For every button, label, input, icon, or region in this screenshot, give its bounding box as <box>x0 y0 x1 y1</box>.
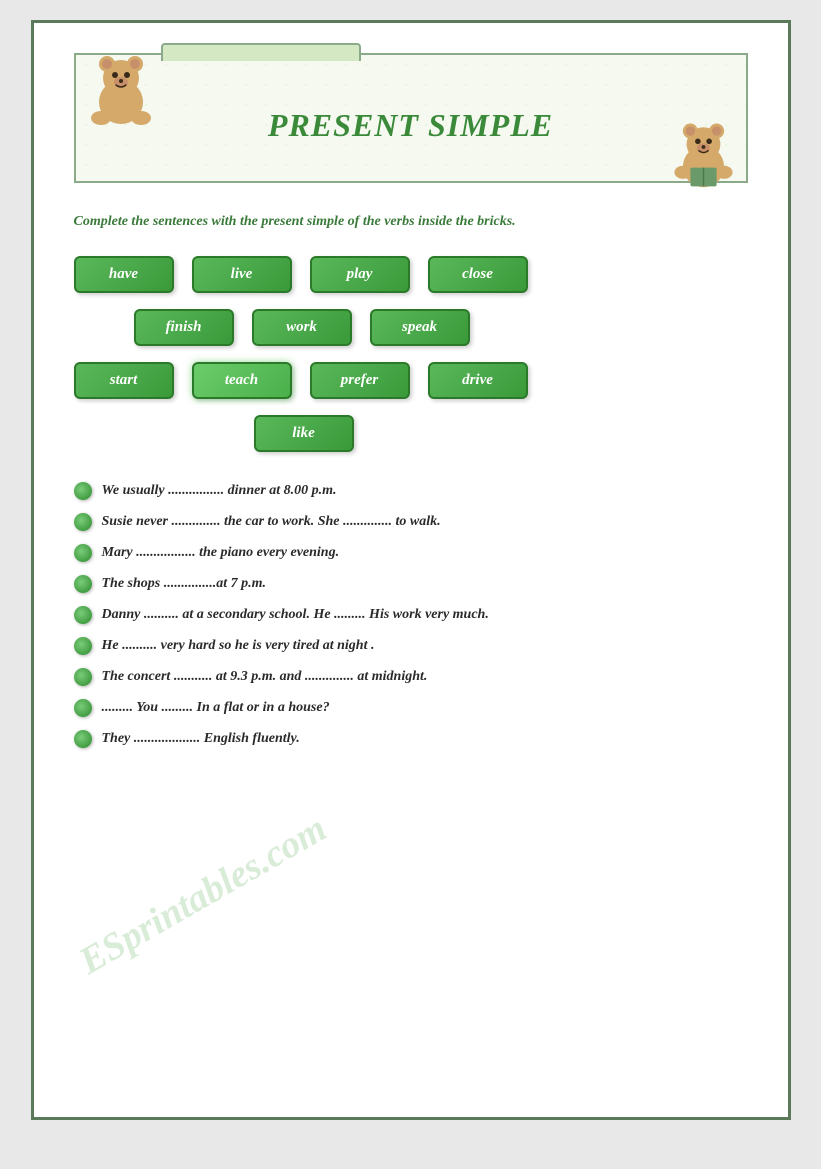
verb-brick-like: like <box>254 415 354 452</box>
instructions-text: Complete the sentences with the present … <box>74 211 748 232</box>
verb-row-4: like <box>74 415 748 452</box>
bullet-icon-4 <box>74 575 92 593</box>
bullet-icon-5 <box>74 606 92 624</box>
bullet-icon-8 <box>74 699 92 717</box>
sentence-text-7: The concert ........... at 9.3 p.m. and … <box>102 666 748 687</box>
sentence-item-5: Danny .......... at a secondary school. … <box>74 604 748 625</box>
sentence-text-9: They ................... English fluentl… <box>102 728 748 749</box>
sentence-text-1: We usually ................ dinner at 8.… <box>102 480 748 501</box>
sentence-text-8: ......... You ......... In a flat or in … <box>102 697 748 718</box>
sentences-section: We usually ................ dinner at 8.… <box>74 480 748 749</box>
verb-row-1: have live play close <box>74 256 748 293</box>
verb-brick-work: work <box>252 309 352 346</box>
sentence-item-6: He .......... very hard so he is very ti… <box>74 635 748 656</box>
sentence-item-9: They ................... English fluentl… <box>74 728 748 749</box>
bullet-icon-1 <box>74 482 92 500</box>
watermark-text: ESprintables.com <box>71 807 333 984</box>
bear-left-icon <box>81 50 161 130</box>
verb-row-3: start teach prefer drive <box>74 362 748 399</box>
verb-brick-have: have <box>74 256 174 293</box>
verb-brick-prefer: prefer <box>310 362 410 399</box>
sentence-item-1: We usually ................ dinner at 8.… <box>74 480 748 501</box>
sentence-item-4: The shops ...............at 7 p.m. <box>74 573 748 594</box>
verb-brick-play: play <box>310 256 410 293</box>
bullet-icon-2 <box>74 513 92 531</box>
bullet-icon-3 <box>74 544 92 562</box>
sentence-item-2: Susie never .............. the car to wo… <box>74 511 748 532</box>
page-title: PRESENT SIMPLE <box>268 107 553 144</box>
verbs-section: have live play close finish work speak s… <box>74 256 748 452</box>
verb-brick-speak: speak <box>370 309 470 346</box>
verb-brick-teach: teach <box>192 362 292 399</box>
verb-brick-start: start <box>74 362 174 399</box>
verb-row-2: finish work speak <box>74 309 748 346</box>
worksheet-page: PRESENT SIMPLE <box>31 20 791 1120</box>
sentence-text-4: The shops ...............at 7 p.m. <box>102 573 748 594</box>
header-banner: PRESENT SIMPLE <box>74 53 748 183</box>
sentence-text-5: Danny .......... at a secondary school. … <box>102 604 748 625</box>
verb-brick-live: live <box>192 256 292 293</box>
bullet-icon-9 <box>74 730 92 748</box>
verb-brick-close: close <box>428 256 528 293</box>
sentence-item-8: ......... You ......... In a flat or in … <box>74 697 748 718</box>
bullet-icon-6 <box>74 637 92 655</box>
sentence-text-6: He .......... very hard so he is very ti… <box>102 635 748 656</box>
header-tab <box>161 43 361 61</box>
verb-brick-finish: finish <box>134 309 234 346</box>
sentence-text-2: Susie never .............. the car to wo… <box>102 511 748 532</box>
sentence-item-3: Mary ................. the piano every e… <box>74 542 748 563</box>
sentence-text-3: Mary ................. the piano every e… <box>102 542 748 563</box>
bullet-icon-7 <box>74 668 92 686</box>
verb-brick-drive: drive <box>428 362 528 399</box>
bear-right-icon <box>666 116 741 191</box>
sentence-item-7: The concert ........... at 9.3 p.m. and … <box>74 666 748 687</box>
